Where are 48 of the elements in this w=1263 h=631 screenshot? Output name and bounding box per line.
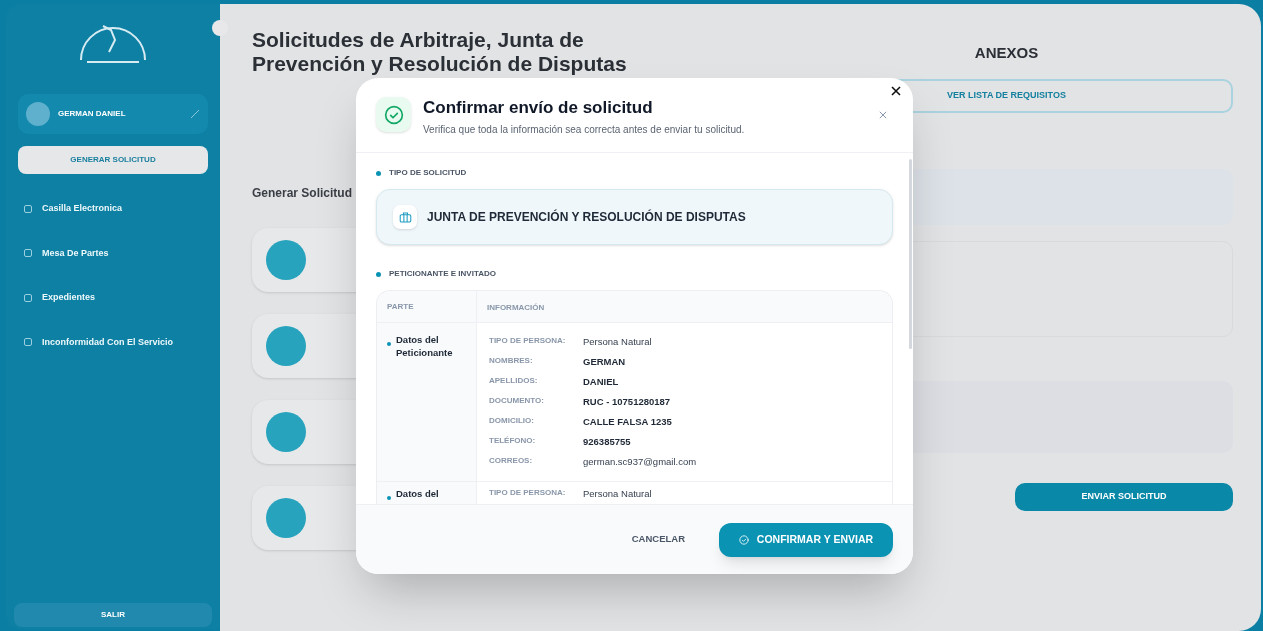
field-label: TELÉFONO: (489, 435, 537, 447)
party-label: Datos del (396, 487, 440, 501)
field-value: CALLE FALSA 1235 (583, 415, 672, 429)
submit-request-button[interactable]: ENVIAR SOLICITUD (1015, 482, 1233, 511)
field-value: DANIEL (583, 375, 619, 389)
dialog-title: Confirmar envío de solicitud (423, 97, 654, 119)
column-header: PARTE (377, 291, 477, 322)
briefcase-icon (398, 210, 412, 224)
field-label: TIPO DE PERSONA: (489, 487, 567, 499)
close-icon[interactable] (879, 111, 887, 119)
avatar-icon (26, 102, 50, 126)
dialog-subtitle: Verifica que toda la información sea correcta antes de enviar tu solicitud. (423, 123, 745, 137)
field-value: 926385755 (583, 435, 631, 449)
sidebar-item[interactable]: Inconformidad Con El Servicio (18, 335, 208, 349)
field-label: DOMICILIO: (489, 415, 535, 427)
request-type-text: JUNTA DE PREVENCIÓN Y RESOLUCIÓN DE DISPUTAS (427, 208, 746, 226)
section-label: TIPO DE SOLICITUD (389, 167, 467, 179)
generate-request-button[interactable]: GENERAR SOLICITUD (18, 146, 208, 174)
collapse-icon[interactable] (212, 20, 228, 36)
field-label: CORREOS: (489, 455, 534, 467)
check-circle-icon (738, 534, 749, 545)
field-label: DOCUMENTO: (489, 395, 545, 407)
page-title-line: Prevención y Resolución de Disputas (252, 52, 627, 76)
user-card[interactable]: GERMAN DANIEL (18, 94, 208, 134)
sidebar-item[interactable]: Mesa De Partes (18, 246, 208, 260)
section-title: Generar Solicitud (252, 185, 353, 202)
column-header: INFORMACIÓN (486, 302, 545, 314)
party-label: Datos del Peticionante (396, 333, 454, 360)
field-value: german.sc937@gmail.com (583, 455, 697, 469)
field-value: RUC - 10751280187 (583, 395, 671, 409)
confirm-send-button[interactable]: CONFIRMAR Y ENVIAR (719, 522, 893, 557)
pencil-icon (190, 109, 200, 119)
user-name: GERMAN DANIEL (58, 108, 127, 120)
field-value: Persona Natural (583, 487, 652, 501)
field-value: GERMAN (583, 355, 626, 369)
close-icon (891, 86, 901, 96)
check-circle-icon (383, 104, 404, 125)
field-label: APELLIDOS: (489, 375, 539, 387)
sidebar-item[interactable]: Casilla Electronica (18, 202, 208, 216)
field-label: NOMBRES: (489, 355, 534, 367)
annex-title: ANEXOS (974, 43, 1039, 63)
cancel-button[interactable]: CANCELAR (627, 526, 689, 553)
section-label: PETICIONANTE E INVITADO (389, 268, 496, 280)
field-value: Persona Natural (583, 335, 652, 349)
page-title-line: Solicitudes de Arbitraje, Junta de (252, 28, 584, 52)
logout-button[interactable]: SALIR (14, 603, 212, 627)
field-label: TIPO DE PERSONA: (489, 335, 567, 347)
sidebar-item[interactable]: Expedientes (18, 291, 208, 305)
